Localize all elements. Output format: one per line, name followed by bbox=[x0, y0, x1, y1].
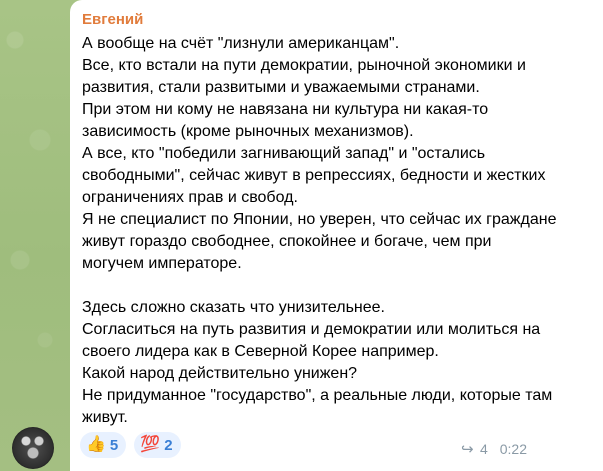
message-line: свободными", сейчас живут в репрессиях, … bbox=[82, 167, 546, 184]
message-bubble[interactable]: Евгений А вообще на счёт "лизнули америк… bbox=[70, 0, 603, 471]
reply-arrow-icon[interactable]: ↩ bbox=[461, 440, 474, 458]
message-line: При этом ни кому не навязана ни культура… bbox=[82, 101, 489, 118]
message-line: Все, кто встали на пути демократии, рыно… bbox=[82, 57, 526, 74]
reaction-thumbs-up[interactable]: 👍 5 bbox=[80, 432, 127, 458]
message-line: живут. bbox=[82, 409, 128, 426]
reaction-count: 5 bbox=[109, 436, 119, 454]
sender-name[interactable]: Евгений bbox=[82, 10, 603, 30]
hundred-points-icon: 💯 bbox=[140, 436, 161, 453]
message-line: А все, кто "победили загнивающий запад" … bbox=[82, 145, 486, 162]
reply-count[interactable]: 4 bbox=[480, 441, 488, 457]
message-line: могучем императоре. bbox=[82, 255, 242, 272]
message-text: А вообще на счёт "лизнули американцам". … bbox=[82, 33, 592, 429]
message-line: развития, стали развитыми и уважаемыми с… bbox=[82, 79, 480, 96]
message-line: живут гораздо свободнее, спокойнее и бог… bbox=[82, 233, 492, 250]
message-meta: ↩ 4 0:22 bbox=[461, 440, 527, 458]
message-line: зависимость (кроме рыночных механизмов). bbox=[82, 123, 414, 140]
reaction-hundred[interactable]: 💯 2 bbox=[134, 432, 181, 458]
message-line: А вообще на счёт "лизнули американцам". bbox=[82, 35, 400, 52]
reaction-count: 2 bbox=[164, 436, 173, 454]
message-line bbox=[82, 275, 592, 297]
sender-avatar[interactable] bbox=[12, 427, 54, 469]
message-line: Не придуманное "государство", а реальные… bbox=[82, 387, 553, 404]
message-time: 0:22 bbox=[499, 441, 527, 457]
message-line: Здесь сложно сказать что унизительнее. bbox=[82, 299, 385, 316]
message-line: своего лидера как в Северной Корее напри… bbox=[82, 343, 439, 360]
message-line: Я не специалист по Японии, но уверен, чт… bbox=[82, 211, 557, 228]
message-line: Согласиться на путь развития и демократи… bbox=[82, 321, 541, 338]
reactions-bar: 👍 5 💯 2 bbox=[80, 432, 181, 458]
thumbs-up-icon: 👍 bbox=[86, 436, 106, 453]
message-line: Какой народ действительно унижен? bbox=[82, 365, 358, 382]
message-line: ограничениях прав и свобод. bbox=[82, 189, 298, 206]
